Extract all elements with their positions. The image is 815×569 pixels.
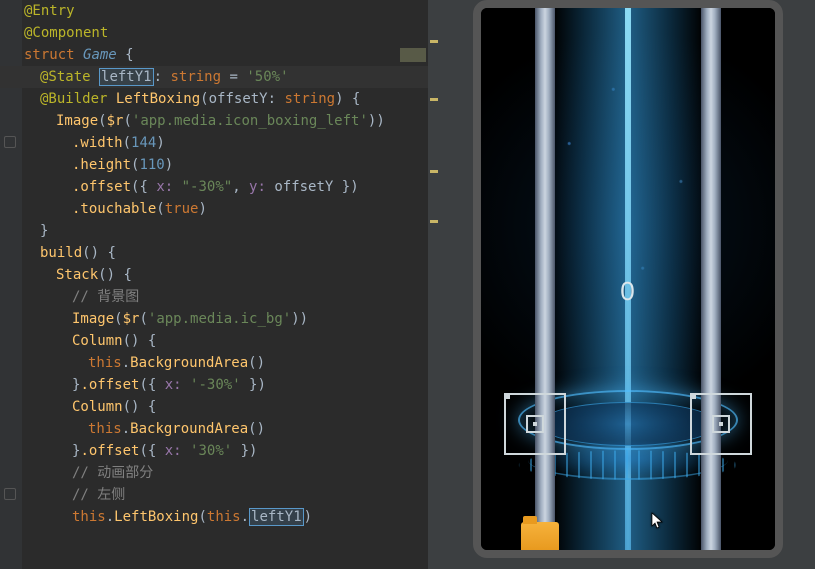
target-box-right[interactable]	[690, 393, 752, 455]
device-simulator[interactable]: 0	[473, 0, 783, 558]
target-box-left[interactable]	[504, 393, 566, 455]
code-content[interactable]: @Entry @Component struct Game { @State l…	[22, 0, 440, 528]
mouse-cursor-icon	[651, 512, 665, 530]
state-var-leftY1: leftY1	[99, 68, 154, 86]
ref-leftY1: leftY1	[249, 508, 304, 526]
gutter-marker	[4, 488, 16, 500]
code-editor[interactable]: @Entry @Component struct Game { @State l…	[0, 0, 440, 569]
rail-left	[535, 8, 555, 550]
folder-icon[interactable]	[521, 522, 559, 550]
score-display: 0	[620, 276, 634, 307]
rail-right	[701, 8, 721, 550]
gutter-marker	[4, 136, 16, 148]
decorator-component: @Component	[24, 25, 108, 41]
decorator-entry: @Entry	[24, 3, 75, 19]
preview-panel: 0	[440, 0, 815, 569]
